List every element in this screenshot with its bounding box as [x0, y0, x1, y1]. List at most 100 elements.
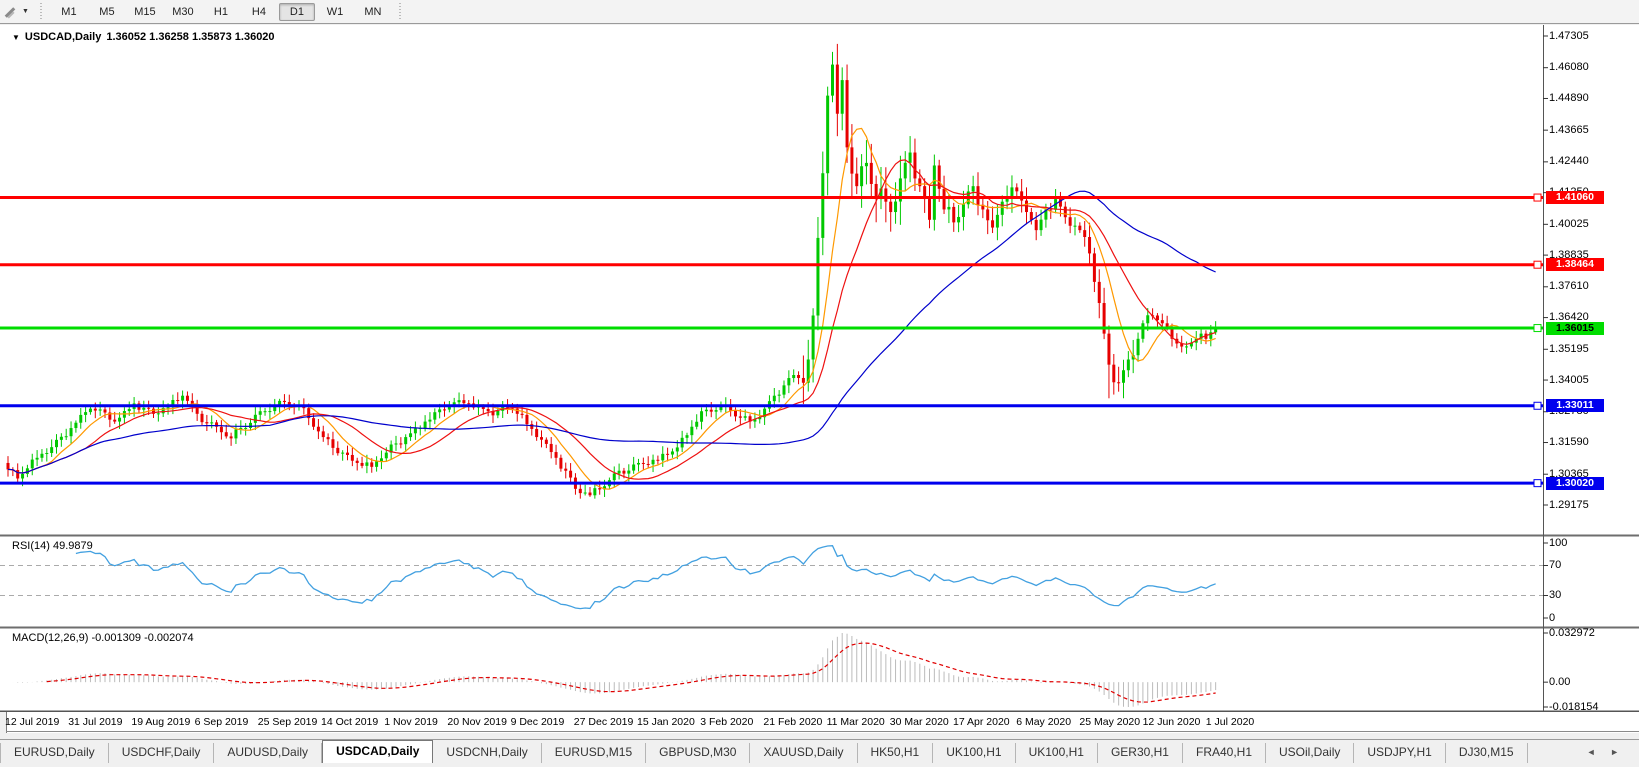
symbol-tab-fra40-h1[interactable]: FRA40,H1: [1183, 743, 1267, 763]
symbol-tab-uk100-h1[interactable]: UK100,H1: [1016, 743, 1098, 763]
level-line-handle[interactable]: [1533, 324, 1542, 333]
candle-body: [666, 453, 670, 455]
symbol-tab-ger30-h1[interactable]: GER30,H1: [1098, 743, 1183, 763]
candle-body: [564, 468, 568, 471]
candle-body: [331, 439, 335, 448]
symbol-tab-usdcnh-daily[interactable]: USDCNH,Daily: [433, 743, 542, 763]
candle-body: [224, 432, 228, 437]
chart-symbol: USDCAD,Daily: [24, 31, 102, 43]
candle-body: [84, 412, 88, 415]
candle-body: [1049, 209, 1053, 211]
date-label: 1 Nov 2019: [384, 716, 438, 728]
timeframe-button-d1[interactable]: D1: [278, 2, 315, 21]
price-line-tag[interactable]: 1.33011: [1546, 399, 1604, 413]
candle-body: [1160, 320, 1164, 324]
level-line-handle[interactable]: [1533, 260, 1542, 269]
price-axis-tick: 1.40025: [1549, 217, 1589, 230]
symbol-tab-eurusd-daily[interactable]: EURUSD,Daily: [0, 743, 109, 763]
candle-body: [1146, 315, 1150, 324]
candle-body: [525, 414, 529, 425]
candle-body: [185, 395, 189, 401]
candle-body: [772, 395, 776, 402]
candle-body: [1092, 253, 1096, 282]
candle-body: [355, 460, 359, 463]
date-label: 9 Dec 2019: [510, 716, 565, 728]
timeframe-button-m15[interactable]: M15: [127, 3, 163, 21]
candle-body: [734, 410, 737, 417]
drawing-tool-icon[interactable]: [2, 4, 20, 20]
candle-body: [515, 408, 519, 414]
candle-body: [263, 411, 267, 413]
candle-body: [656, 459, 660, 461]
level-line-handle[interactable]: [1533, 479, 1542, 488]
candle-body: [496, 410, 500, 416]
price-line-tag[interactable]: 1.36015: [1546, 321, 1604, 335]
symbol-tab-dj30-m15[interactable]: DJ30,M15: [1446, 743, 1528, 763]
chart-dropdown-icon[interactable]: ▼: [12, 33, 20, 42]
tab-scroll-arrows[interactable]: ◄ ►: [1587, 747, 1625, 757]
candle-body: [598, 488, 602, 490]
chart-title[interactable]: ▼ USDCAD,Daily 1.36052 1.36258 1.35873 1…: [12, 31, 275, 43]
candle-body: [588, 492, 592, 496]
candle-body: [1136, 338, 1140, 356]
candle-body: [127, 409, 131, 412]
level-line-handle[interactable]: [1533, 401, 1542, 410]
date-label: 3 Feb 2020: [700, 716, 754, 728]
timeframe-button-m30[interactable]: M30: [165, 3, 201, 21]
dropdown-caret-icon[interactable]: ▼: [22, 8, 29, 15]
price-line-tag[interactable]: 1.30020: [1546, 476, 1604, 490]
candle-body: [685, 435, 689, 438]
symbol-tab-uk100-h1[interactable]: UK100,H1: [933, 743, 1016, 763]
price-line-tag[interactable]: 1.38464: [1546, 258, 1604, 272]
symbol-tab-gbpusd-m30[interactable]: GBPUSD,M30: [646, 743, 751, 763]
candle-body: [821, 173, 825, 238]
level-line-handle[interactable]: [1533, 193, 1542, 202]
symbol-tab-audusd-daily[interactable]: AUDUSD,Daily: [214, 743, 323, 763]
symbol-tab-hk50-h1[interactable]: HK50,H1: [858, 743, 934, 763]
candle-body: [976, 186, 980, 205]
date-label: 20 Nov 2019: [447, 716, 507, 728]
timeframe-button-h4[interactable]: H4: [241, 3, 277, 21]
candle-body: [1097, 281, 1101, 304]
symbol-tab-eurusd-m15[interactable]: EURUSD,M15: [542, 743, 647, 763]
candle-body: [321, 431, 325, 438]
symbol-tab-usoil-daily[interactable]: USOil,Daily: [1266, 743, 1355, 763]
date-label: 21 Feb 2020: [763, 716, 823, 728]
timeframe-button-h1[interactable]: H1: [203, 3, 239, 21]
candle-body: [535, 428, 539, 438]
candle-body: [797, 375, 801, 378]
macd-axis-tick: -0.018154: [1549, 700, 1599, 713]
timeframe-button-mn[interactable]: MN: [355, 3, 391, 21]
candle-body: [244, 427, 248, 429]
candle-body: [714, 410, 718, 412]
timeframe-button-w1[interactable]: W1: [317, 3, 353, 21]
candle-body: [860, 166, 864, 187]
timeframe-toolbar: ▼ M1 M5 M15 M30 H1 H4 D1 W1 MN: [0, 0, 1639, 24]
symbol-tab-xauusd-daily[interactable]: XAUUSD,Daily: [750, 743, 858, 763]
price-axis-tick: 1.29175: [1549, 498, 1589, 511]
candle-body: [738, 416, 742, 418]
candle-body: [1083, 230, 1087, 238]
candle-body: [704, 409, 708, 412]
candle-body: [147, 407, 151, 409]
timeframe-button-m5[interactable]: M5: [89, 3, 125, 21]
price-line-tag[interactable]: 1.41060: [1546, 191, 1604, 205]
candle-body: [932, 165, 936, 220]
date-label: 17 Apr 2020: [953, 716, 1010, 728]
toolbar-grip[interactable]: [397, 2, 403, 21]
candle-body: [811, 315, 815, 360]
toolbar-grip[interactable]: [38, 2, 44, 21]
candle-body: [156, 413, 160, 415]
symbol-tab-usdchf-daily[interactable]: USDCHF,Daily: [109, 743, 215, 763]
date-label: 12 Jul 2019: [5, 716, 60, 728]
candle-body: [79, 414, 83, 423]
price-axis-tick: 1.43665: [1549, 123, 1589, 136]
chart-canvas[interactable]: [0, 25, 1639, 712]
symbol-tab-usdcad-daily[interactable]: USDCAD,Daily: [322, 740, 434, 763]
candle-body: [423, 421, 427, 428]
candle-body: [1034, 219, 1038, 231]
timeframe-button-m1[interactable]: M1: [51, 3, 87, 21]
date-label: 11 Mar 2020: [826, 716, 885, 728]
symbol-tab-usdjpy-h1[interactable]: USDJPY,H1: [1354, 743, 1446, 763]
candle-body: [404, 437, 408, 445]
